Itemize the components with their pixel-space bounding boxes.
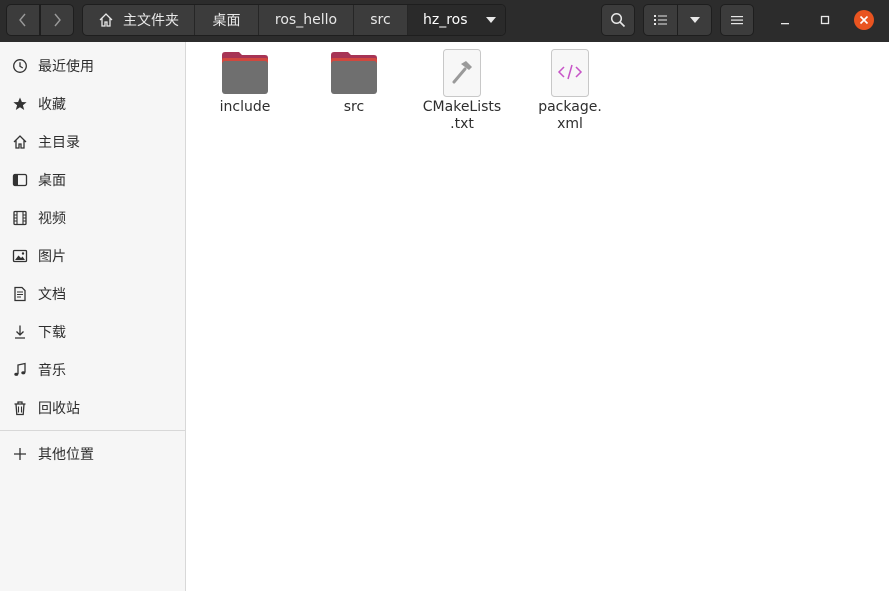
list-view-icon <box>653 15 667 25</box>
view-options-button[interactable] <box>677 4 712 36</box>
file-item-src[interactable]: src <box>304 48 404 116</box>
xml-file-icon <box>551 49 589 97</box>
file-name: CMakeLists .txt <box>422 99 502 132</box>
file-name: src <box>343 99 365 115</box>
sidebar-item-label: 最近使用 <box>38 59 94 75</box>
trash-icon <box>14 401 26 416</box>
build-file-icon <box>443 49 481 97</box>
file-name: include <box>219 99 271 115</box>
caret-down-icon <box>689 17 700 23</box>
sidebar-item-label: 主目录 <box>38 135 80 151</box>
path-label: hz_ros <box>423 12 468 28</box>
path-item-hz-ros[interactable]: hz_ros <box>408 5 505 35</box>
search-icon <box>610 12 626 28</box>
path-item-home[interactable]: 主文件夹 <box>83 5 195 35</box>
picture-icon <box>12 249 28 263</box>
sidebar-item-label: 下载 <box>38 325 66 341</box>
hamburger-menu-icon <box>731 16 743 25</box>
path-item-desktop[interactable]: 桌面 <box>195 5 259 35</box>
sidebar-item-label: 其他位置 <box>38 447 94 463</box>
download-icon <box>15 325 25 339</box>
sidebar-item-label: 图片 <box>38 249 66 265</box>
file-name: package. xml <box>538 99 602 132</box>
clock-icon <box>13 59 27 73</box>
chevron-right-icon <box>54 13 61 27</box>
music-icon <box>14 362 26 376</box>
minimize-icon <box>781 23 789 25</box>
path-label: 主文件夹 <box>123 13 179 29</box>
path-label: 桌面 <box>212 13 241 29</box>
plus-icon <box>14 448 26 460</box>
folder-icon <box>331 52 377 94</box>
path-label: src <box>370 12 391 28</box>
path-item-ros-hello[interactable]: ros_hello <box>259 5 354 35</box>
file-item-cmakelists[interactable]: CMakeLists .txt <box>412 48 512 133</box>
sidebar-item-downloads[interactable]: 下载 <box>0 313 185 351</box>
home-icon <box>13 135 27 149</box>
sidebar-item-label: 收藏 <box>38 97 66 113</box>
desktop-icon <box>12 173 28 187</box>
path-item-src[interactable]: src <box>354 5 408 35</box>
close-icon <box>854 10 874 30</box>
sidebar-separator <box>0 430 185 431</box>
sidebar-item-label: 文档 <box>38 287 66 303</box>
sidebar-item-label: 回收站 <box>38 401 80 417</box>
path-label: ros_hello <box>274 12 338 28</box>
sidebar-item-music[interactable]: 音乐 <box>0 351 185 389</box>
menu-button[interactable] <box>720 4 754 36</box>
sidebar-item-pictures[interactable]: 图片 <box>0 237 185 275</box>
search-button[interactable] <box>601 4 635 36</box>
maximize-button[interactable] <box>808 4 842 36</box>
maximize-icon <box>820 15 830 25</box>
sidebar-item-trash[interactable]: 回收站 <box>0 389 185 427</box>
star-icon <box>13 97 27 110</box>
sidebar-item-videos[interactable]: 视频 <box>0 199 185 237</box>
chevron-left-icon <box>19 13 26 27</box>
sidebar-item-recent[interactable]: 最近使用 <box>0 47 185 85</box>
sidebar-item-label: 音乐 <box>38 363 66 379</box>
caret-down-icon <box>485 17 496 23</box>
film-icon <box>13 210 27 226</box>
sidebar: 最近使用 收藏 主目录 桌面 视频 图片 文档 下载 音乐 回收站 其他位置 <box>0 42 186 591</box>
file-item-include[interactable]: include <box>195 48 295 116</box>
folder-icon <box>222 52 268 94</box>
file-view: include src CMakeLists .txt package. xml <box>187 42 889 591</box>
sidebar-item-other-locations[interactable]: 其他位置 <box>0 435 185 473</box>
home-icon <box>99 13 113 27</box>
file-item-package-xml[interactable]: package. xml <box>520 48 620 133</box>
sidebar-item-starred[interactable]: 收藏 <box>0 85 185 123</box>
sidebar-item-label: 视频 <box>38 211 66 227</box>
minimize-button[interactable] <box>768 4 802 36</box>
close-button[interactable] <box>847 4 881 36</box>
back-button[interactable] <box>6 4 40 36</box>
header-bar: 主文件夹 桌面 ros_hello src hz_ros <box>0 0 889 42</box>
sidebar-item-home[interactable]: 主目录 <box>0 123 185 161</box>
sidebar-item-desktop[interactable]: 桌面 <box>0 161 185 199</box>
view-list-button[interactable] <box>643 4 678 36</box>
forward-button[interactable] <box>40 4 74 36</box>
sidebar-item-label: 桌面 <box>38 173 66 189</box>
sidebar-item-documents[interactable]: 文档 <box>0 275 185 313</box>
path-bar: 主文件夹 桌面 ros_hello src hz_ros <box>82 4 506 36</box>
document-icon <box>14 286 26 302</box>
